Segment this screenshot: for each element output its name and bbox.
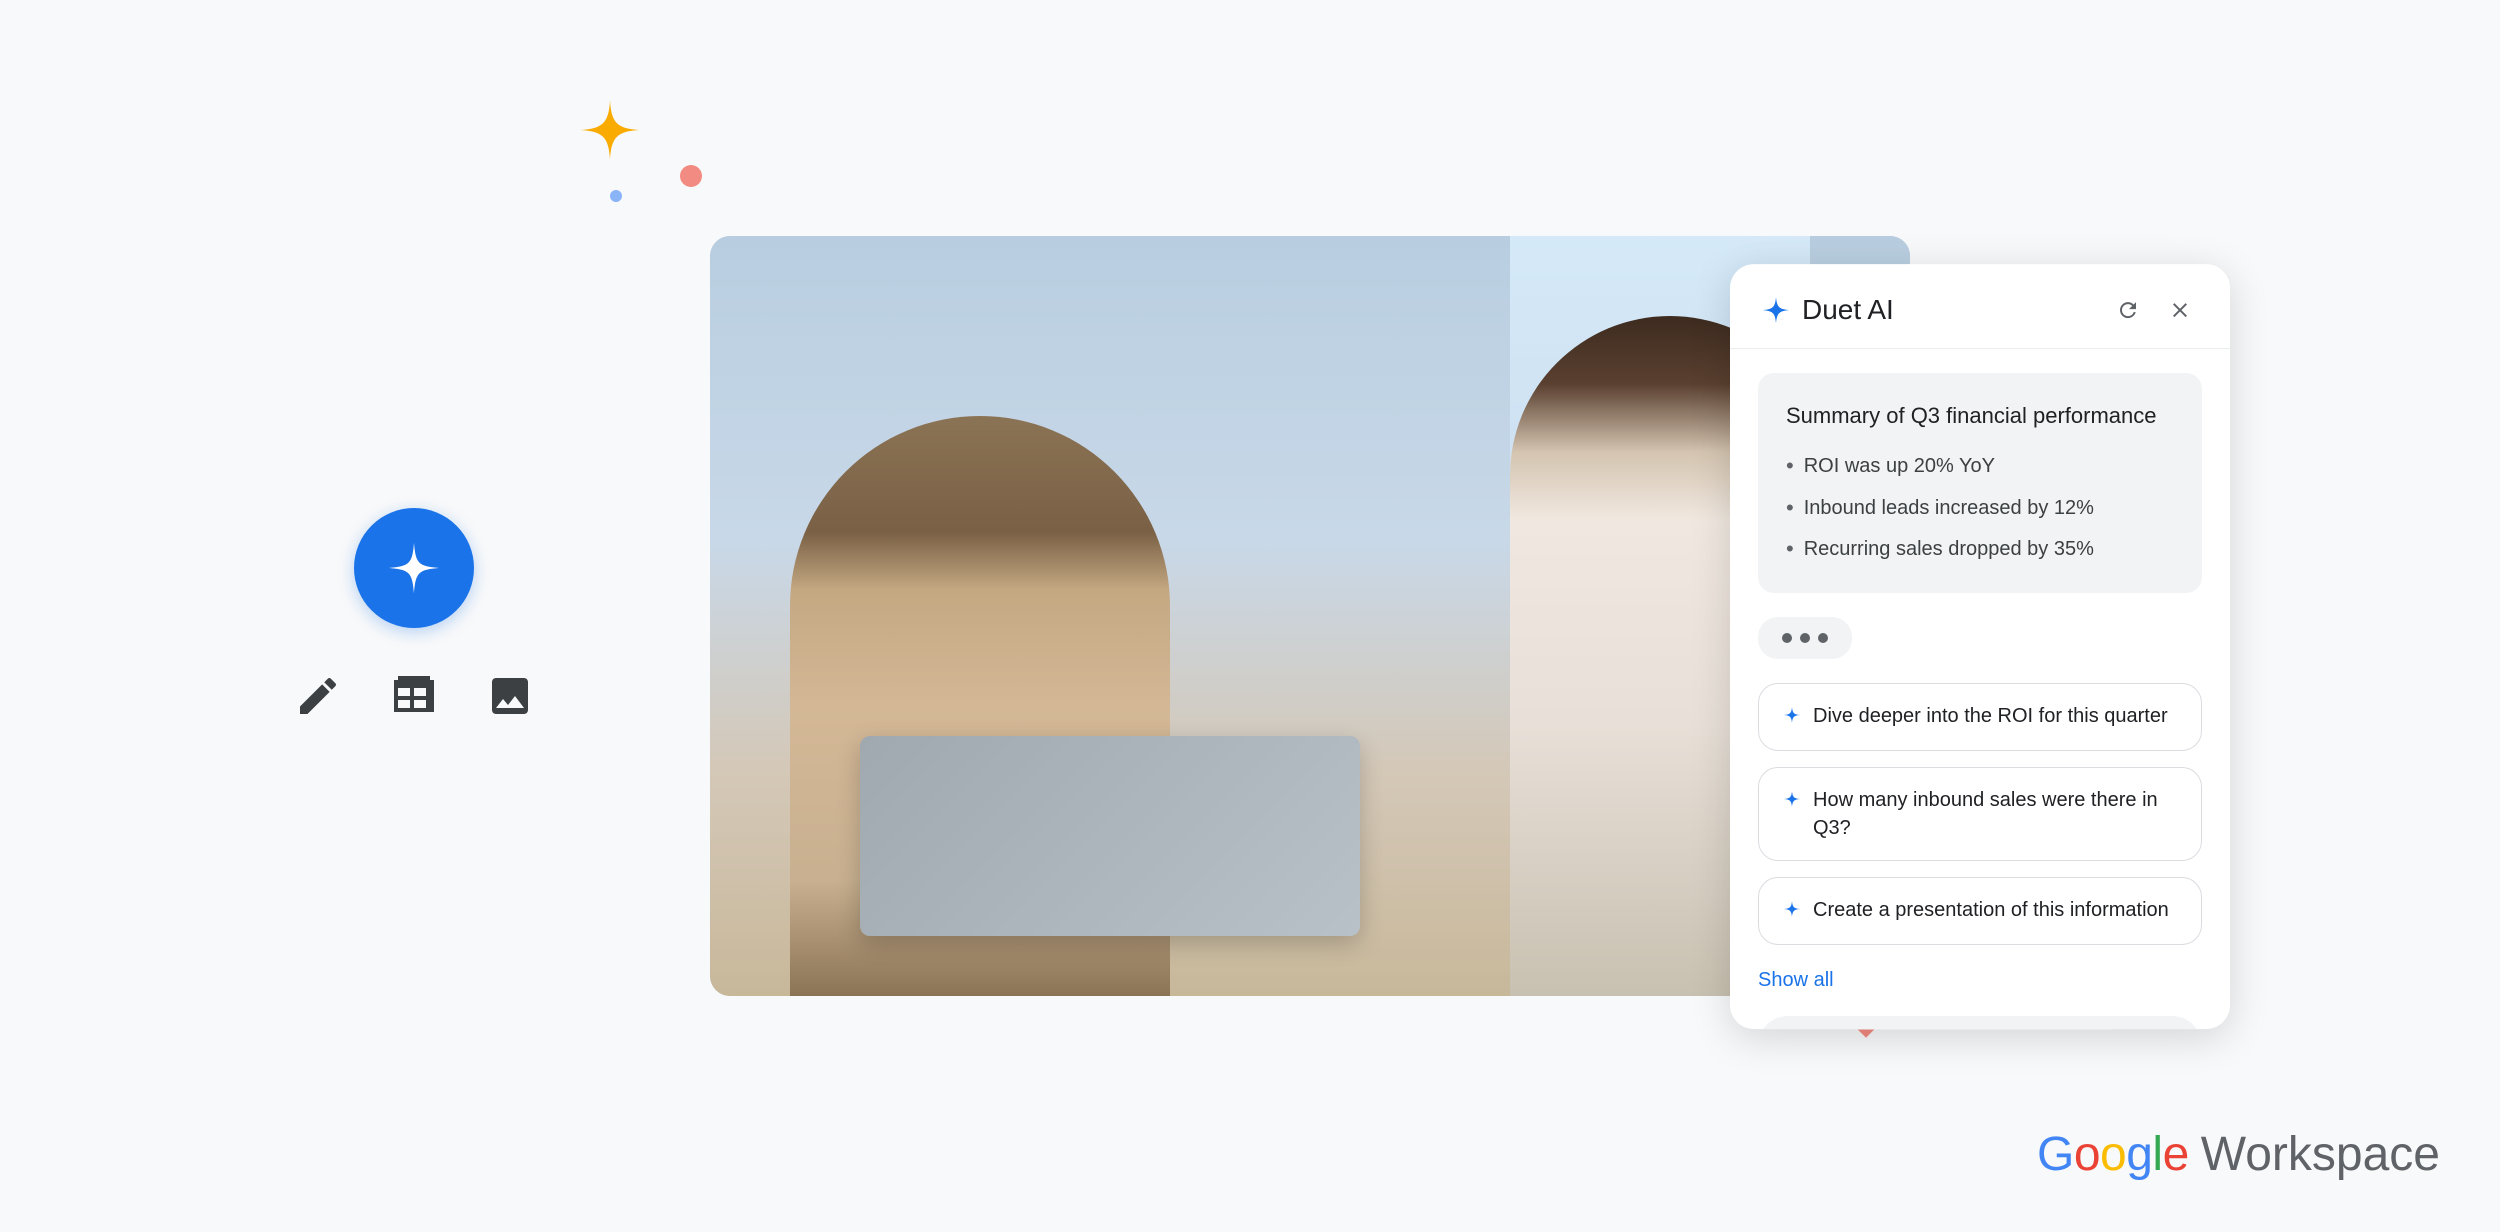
summary-list: ROI was up 20% YoY Inbound leads increas… <box>1786 452 2174 565</box>
google-letter-g: G <box>2037 1128 2074 1181</box>
google-workspace-logo: Google Workspace <box>2037 1127 2440 1182</box>
google-logo-text: Google <box>2037 1127 2189 1182</box>
suggestion-chip-3[interactable]: Create a presentation of this informatio… <box>1758 877 2202 945</box>
laptop-area <box>860 736 1360 936</box>
edit-icon-button[interactable] <box>290 668 346 724</box>
thinking-dot-2 <box>1800 633 1810 643</box>
sparkle-icon <box>1762 296 1790 324</box>
ai-circle-button[interactable] <box>354 508 474 628</box>
google-letter-o1: o <box>2074 1128 2100 1181</box>
suggestion-chip-2[interactable]: How many inbound sales were there in Q3? <box>1758 767 2202 861</box>
workspace-logo-text: Workspace <box>2201 1127 2440 1182</box>
thinking-indicator <box>1758 617 1852 659</box>
thinking-dot-3 <box>1818 633 1828 643</box>
chip-star-2 <box>1783 788 1801 816</box>
chip-star-1 <box>1783 704 1801 732</box>
summary-item-3: Recurring sales dropped by 35% <box>1786 535 2174 565</box>
image-icon-button[interactable] <box>482 668 538 724</box>
panel-body: Summary of Q3 financial performance ROI … <box>1730 349 2230 1029</box>
close-button[interactable] <box>2162 292 2198 328</box>
page-container: Duet AI <box>0 0 2500 1232</box>
refresh-icon <box>2116 298 2140 322</box>
suggestions-section: Dive deeper into the ROI for this quarte… <box>1758 683 2202 945</box>
suggestion-chip-1[interactable]: Dive deeper into the ROI for this quarte… <box>1758 683 2202 751</box>
google-letter-l: l <box>2152 1128 2162 1181</box>
panel-title-text: Duet AI <box>1802 294 1894 326</box>
show-all-link[interactable]: Show all <box>1758 969 1834 992</box>
panel-title: Duet AI <box>1762 294 1894 326</box>
panel-header: Duet AI <box>1730 264 2230 349</box>
duet-ai-panel: Duet AI <box>1730 264 2230 1029</box>
google-letter-e: e <box>2163 1128 2189 1181</box>
summary-item-2: Inbound leads increased by 12% <box>1786 494 2174 524</box>
summary-item-1: ROI was up 20% YoY <box>1786 452 2174 482</box>
close-icon <box>2168 298 2192 322</box>
table-icon-button[interactable] <box>386 668 442 724</box>
suggestion-text-2: How many inbound sales were there in Q3? <box>1813 786 2177 842</box>
summary-card: Summary of Q3 financial performance ROI … <box>1758 373 2202 593</box>
main-content: Duet AI <box>350 166 2150 1066</box>
google-letter-g2: g <box>2126 1128 2152 1181</box>
panel-actions <box>2110 292 2198 328</box>
message-input-container <box>1758 1016 2202 1029</box>
suggestion-text-1: Dive deeper into the ROI for this quarte… <box>1813 702 2168 730</box>
summary-title: Summary of Q3 financial performance <box>1786 401 2174 432</box>
suggestion-text-3: Create a presentation of this informatio… <box>1813 896 2169 924</box>
refresh-button[interactable] <box>2110 292 2146 328</box>
google-letter-o2: o <box>2100 1128 2126 1181</box>
left-panel <box>290 508 538 724</box>
thinking-dot-1 <box>1782 633 1792 643</box>
chip-star-3 <box>1783 898 1801 926</box>
toolbar-icons <box>290 668 538 724</box>
decorative-star-gold <box>580 100 640 160</box>
